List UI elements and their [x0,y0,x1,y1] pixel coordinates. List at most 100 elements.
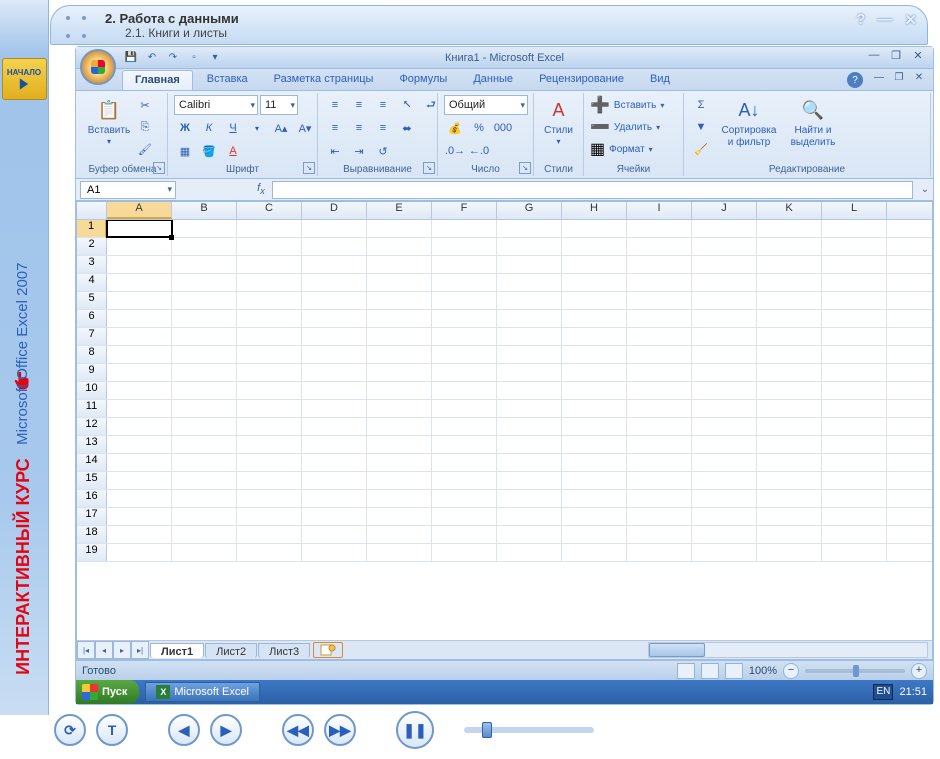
column-header[interactable]: B [172,202,237,219]
horizontal-scrollbar[interactable] [347,642,928,658]
row-header[interactable]: 5 [77,292,107,309]
column-header[interactable]: E [367,202,432,219]
language-indicator[interactable]: EN [873,684,893,700]
cell[interactable] [432,382,497,399]
cell[interactable] [757,418,822,435]
cell[interactable] [757,436,822,453]
sheet-nav-first-icon[interactable]: |◂ [77,641,95,659]
cell[interactable] [172,490,237,507]
cell[interactable] [237,220,302,237]
cell[interactable] [302,310,367,327]
cell[interactable] [107,436,172,453]
cell[interactable] [692,454,757,471]
clock[interactable]: 21:51 [899,686,927,698]
cell[interactable] [562,508,627,525]
column-header[interactable]: C [237,202,302,219]
cell[interactable] [692,346,757,363]
reload-button[interactable]: ⟳ [54,714,86,746]
cell[interactable] [757,256,822,273]
cell[interactable] [692,490,757,507]
start-button[interactable]: НАЧАЛО [2,58,47,100]
cell[interactable] [432,346,497,363]
formula-bar-expand-icon[interactable]: ⌄ [917,184,933,195]
row-header[interactable]: 9 [77,364,107,381]
cell[interactable] [562,382,627,399]
indent-increase-icon[interactable]: ⇥ [348,141,370,161]
row-header[interactable]: 15 [77,472,107,489]
cell[interactable] [822,382,887,399]
row-header[interactable]: 6 [77,310,107,327]
cell[interactable] [497,238,562,255]
cell[interactable] [627,472,692,489]
cell[interactable] [237,526,302,543]
cell[interactable] [562,418,627,435]
cell[interactable] [172,256,237,273]
cell[interactable] [237,472,302,489]
orientation-icon[interactable]: ⭦ [396,95,418,115]
cell[interactable] [107,418,172,435]
cell[interactable] [237,382,302,399]
comma-format-icon[interactable]: 000 [492,118,514,138]
cell[interactable] [367,526,432,543]
align-right-icon[interactable]: ≡ [372,118,394,138]
cell[interactable] [237,508,302,525]
cell[interactable] [627,436,692,453]
cell[interactable] [302,436,367,453]
cell[interactable] [822,274,887,291]
align-top-icon[interactable]: ≡ [324,95,346,115]
row-header[interactable]: 1 [77,220,107,237]
cell[interactable] [627,220,692,237]
cell[interactable] [692,292,757,309]
cell[interactable] [172,472,237,489]
cell[interactable] [757,544,822,561]
cell[interactable] [497,346,562,363]
cell[interactable] [562,526,627,543]
cell[interactable] [757,454,822,471]
ribbon-tab-2[interactable]: Разметка страницы [262,70,386,90]
cell[interactable] [627,328,692,345]
percent-format-icon[interactable]: % [468,118,490,138]
progress-slider[interactable] [464,727,594,733]
workbook-minimize-button[interactable]: — [871,72,887,86]
cell[interactable] [172,400,237,417]
cell[interactable] [692,328,757,345]
decrease-decimal-icon[interactable]: ←.0 [468,141,490,161]
prev-chapter-button[interactable]: ◀ [168,714,200,746]
accounting-format-icon[interactable]: 💰 [444,118,466,138]
row-header[interactable]: 4 [77,274,107,291]
cell[interactable] [237,328,302,345]
cell[interactable] [627,490,692,507]
cell[interactable] [822,544,887,561]
cell[interactable] [367,256,432,273]
cell[interactable] [627,238,692,255]
cell[interactable] [302,220,367,237]
new-sheet-button[interactable] [313,642,343,658]
align-bottom-icon[interactable]: ≡ [372,95,394,115]
cell[interactable] [627,274,692,291]
cell[interactable] [107,238,172,255]
cell[interactable] [302,328,367,345]
cell[interactable] [237,274,302,291]
cell[interactable] [107,274,172,291]
cell[interactable] [367,508,432,525]
fast-forward-button[interactable]: ▶▶ [324,714,356,746]
cell[interactable] [562,238,627,255]
cell[interactable] [172,454,237,471]
cell[interactable] [497,292,562,309]
cell[interactable] [497,454,562,471]
pause-button[interactable]: ❚❚ [396,711,434,749]
cell[interactable] [367,436,432,453]
cell[interactable] [692,382,757,399]
cell[interactable] [822,238,887,255]
cell[interactable] [692,274,757,291]
cell[interactable] [302,472,367,489]
ribbon-tab-4[interactable]: Данные [461,70,525,90]
font-shrink-icon[interactable]: A▾ [294,118,316,138]
cell[interactable] [367,490,432,507]
italic-button[interactable]: К [198,118,220,138]
cell[interactable] [497,328,562,345]
cell[interactable] [497,382,562,399]
paste-button[interactable]: 📋 Вставить▾ [84,95,134,146]
cell[interactable] [302,346,367,363]
cell[interactable] [432,274,497,291]
